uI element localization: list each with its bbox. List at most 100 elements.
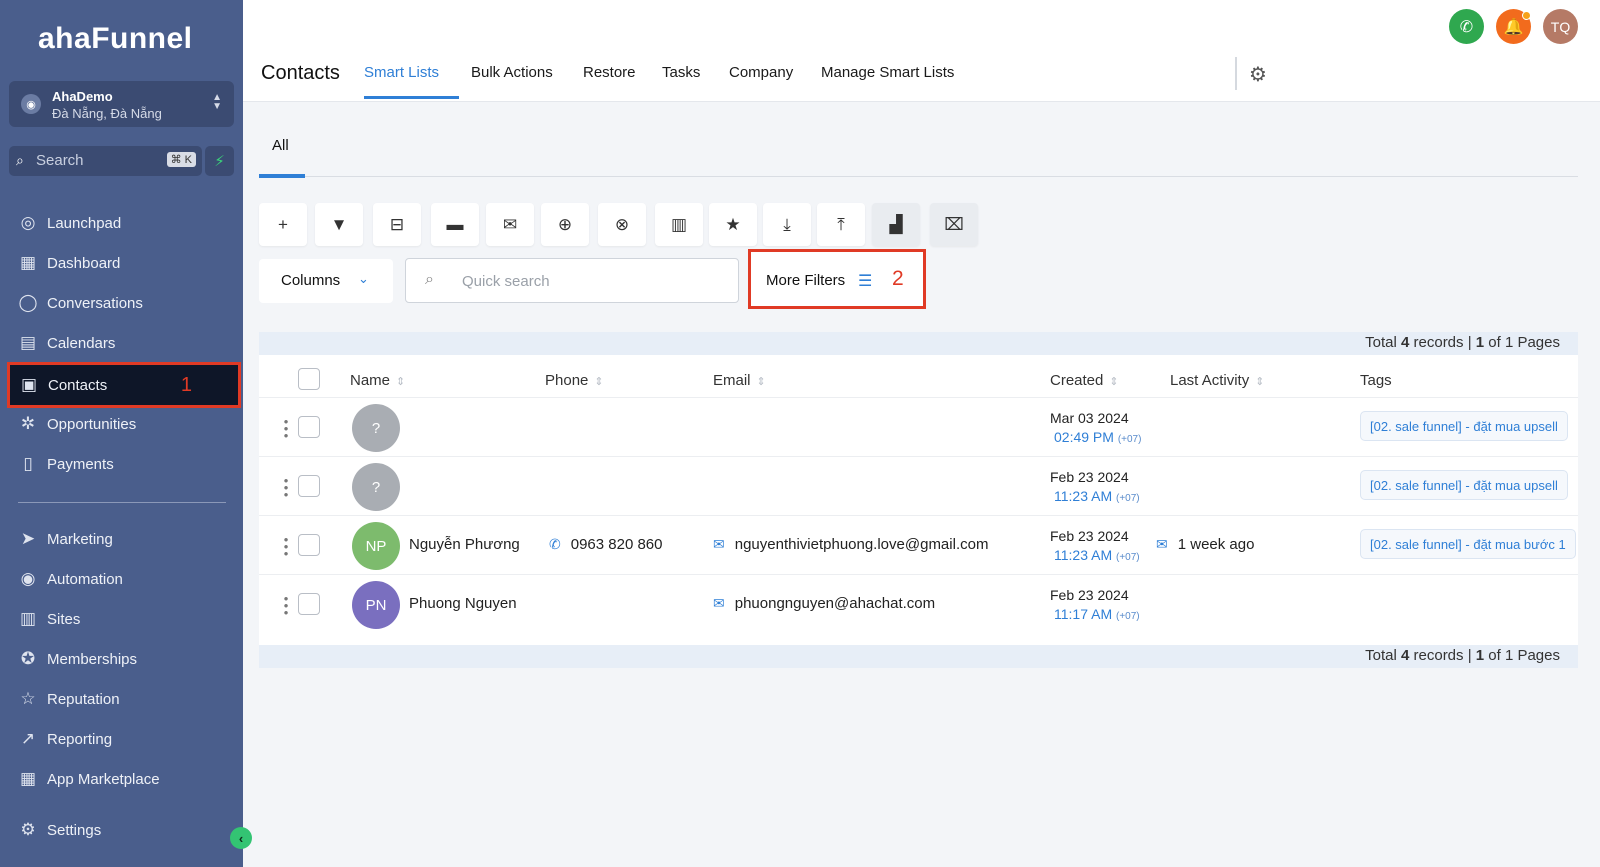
sidebar-item-reporting[interactable]: ↗ Reporting bbox=[9, 721, 234, 757]
filter-icon[interactable]: ▼ bbox=[315, 203, 363, 246]
gear-icon: ⚙ bbox=[20, 820, 36, 839]
sidebar-item-contacts[interactable]: ▣ Contacts 1 bbox=[7, 362, 241, 408]
created-time: 11:17 AM (+07) bbox=[1054, 606, 1140, 622]
page-title: Contacts bbox=[261, 62, 340, 84]
sidebar-item-app-marketplace[interactable]: ▦ App Marketplace bbox=[9, 761, 234, 797]
shortcut-badge: ⌘ K bbox=[166, 152, 196, 167]
sidebar-item-label: Automation bbox=[47, 570, 123, 588]
tab-tasks[interactable]: Tasks bbox=[662, 64, 700, 81]
row-checkbox[interactable] bbox=[298, 475, 320, 497]
quick-search-input[interactable]: ⌕ Quick search bbox=[405, 258, 739, 303]
avatar: ? bbox=[352, 404, 400, 452]
sidebar-item-dashboard[interactable]: ▦ Dashboard bbox=[9, 245, 234, 281]
tab-manage-smart-lists[interactable]: Manage Smart Lists bbox=[821, 64, 954, 81]
sidebar-item-launchpad[interactable]: ◎ Launchpad bbox=[9, 205, 234, 241]
header-name[interactable]: Name ⇕ bbox=[350, 372, 405, 389]
sidebar-item-opportunities[interactable]: ✲ Opportunities bbox=[9, 406, 234, 442]
delete-icon[interactable]: ▥ bbox=[655, 203, 703, 246]
table-row[interactable]: • • •? Mar 03 2024 02:49 PM (+07) [02. sale f… bbox=[259, 397, 1578, 457]
network-icon: ✲ bbox=[20, 414, 36, 433]
tab-company[interactable]: Company bbox=[729, 64, 793, 81]
row-menu-icon[interactable]: • • • bbox=[283, 415, 289, 442]
sidebar-item-label: Contacts bbox=[48, 376, 108, 394]
sidebar-item-reputation[interactable]: ☆ Reputation bbox=[9, 681, 234, 717]
contact-phone[interactable]: ✆ 0963 820 860 bbox=[549, 536, 663, 553]
add-tag-icon[interactable]: ⊕ bbox=[541, 203, 589, 246]
pagination-text: Total 4 records | 1 of 1 Pages bbox=[1365, 647, 1560, 664]
add-contact-icon[interactable]: + bbox=[259, 203, 307, 246]
merge-icon[interactable]: ⌧ bbox=[930, 203, 978, 246]
created-date: Feb 23 2024 bbox=[1050, 528, 1129, 544]
collapse-sidebar-chevron-icon[interactable]: ‹ bbox=[230, 827, 252, 849]
contact-name[interactable]: Phuong Nguyen bbox=[409, 595, 517, 612]
settings-gear-icon[interactable]: ⚙ bbox=[1249, 62, 1267, 87]
tag-badge[interactable]: [02. sale funnel] - đặt mua upsell bbox=[1360, 470, 1568, 500]
row-menu-icon[interactable]: • • • bbox=[283, 474, 289, 501]
robot-icon[interactable]: ⊟ bbox=[373, 203, 421, 246]
sidebar-search[interactable]: ⌕ Search ⌘ K bbox=[9, 146, 202, 176]
table-row[interactable]: • • •? Feb 23 2024 11:23 AM (+07) [02. sale f… bbox=[259, 456, 1578, 516]
header-created[interactable]: Created ⇕ bbox=[1050, 372, 1119, 389]
contact-email[interactable]: ✉ nguyenthivietphuong.love@gmail.com bbox=[713, 536, 988, 553]
sidebar-item-conversations[interactable]: ◯ Conversations bbox=[9, 285, 234, 321]
sidebar-item-payments[interactable]: ▯ Payments bbox=[9, 446, 234, 482]
subtab-all[interactable]: All bbox=[272, 137, 289, 154]
sliders-icon: ☰ bbox=[858, 273, 873, 290]
sidebar-search-placeholder: Search bbox=[36, 152, 84, 169]
tab-restore[interactable]: Restore bbox=[583, 64, 636, 81]
account-switcher[interactable]: ◉ AhaDemo Đà Nẵng, Đà Nẵng ▲ ▼ bbox=[9, 81, 234, 127]
tab-smart-lists[interactable]: Smart Lists bbox=[364, 64, 439, 81]
company-icon[interactable]: ▟ bbox=[872, 203, 920, 246]
sidebar-item-automation[interactable]: ◉ Automation bbox=[9, 561, 234, 597]
import-icon[interactable]: ⤓ bbox=[763, 203, 811, 246]
created-date: Feb 23 2024 bbox=[1050, 587, 1129, 603]
contact-email[interactable]: ✉ phuongnguyen@ahachat.com bbox=[713, 595, 935, 612]
brand-logo[interactable]: ahaFunnel bbox=[38, 22, 193, 56]
sidebar-item-label: App Marketplace bbox=[47, 770, 160, 788]
table-row[interactable]: • • • NP Nguyễn Phương ✆ 0963 820 860 ✉ nguyenth… bbox=[259, 515, 1578, 575]
search-icon: ⌕ bbox=[16, 152, 24, 168]
quick-action-bolt-icon[interactable]: ⚡ bbox=[205, 146, 234, 176]
table-row[interactable]: • • • PN Phuong Nguyen ✉ phuongnguyen@ahachat.… bbox=[259, 574, 1578, 634]
receipt-icon: ▯ bbox=[23, 454, 33, 473]
more-filters-label: More Filters bbox=[766, 272, 846, 289]
remove-tag-icon[interactable]: ⊗ bbox=[598, 203, 646, 246]
sidebar-item-settings[interactable]: ⚙ Settings bbox=[9, 812, 234, 848]
row-menu-icon[interactable]: • • • bbox=[283, 592, 289, 619]
user-avatar[interactable]: TQ bbox=[1543, 9, 1578, 44]
annotation-number: 1 bbox=[180, 373, 192, 396]
sidebar-item-calendars[interactable]: ▤ Calendars bbox=[9, 325, 234, 361]
tab-bulk-actions[interactable]: Bulk Actions bbox=[471, 64, 553, 81]
row-menu-icon[interactable]: • • • bbox=[283, 533, 289, 560]
sidebar-item-label: Reputation bbox=[47, 690, 120, 708]
row-checkbox[interactable] bbox=[298, 534, 320, 556]
notification-dot bbox=[1522, 11, 1531, 20]
badge-icon: ✪ bbox=[20, 649, 36, 668]
more-filters-button[interactable]: More Filters ☰ 2 bbox=[748, 249, 926, 309]
contacts-table: Name ⇕ Phone ⇕ Email ⇕ Created ⇕ Last Activi… bbox=[259, 355, 1578, 645]
created-time: 11:23 AM (+07) bbox=[1054, 547, 1140, 563]
phone-icon[interactable]: ✆ bbox=[1449, 9, 1484, 44]
header-email[interactable]: Email ⇕ bbox=[713, 372, 766, 389]
email-icon[interactable]: ✉ bbox=[486, 203, 534, 246]
star-icon[interactable]: ★ bbox=[709, 203, 757, 246]
tag-badge[interactable]: [02. sale funnel] - đặt mua bước 1 bbox=[1360, 529, 1576, 559]
sidebar-item-marketing[interactable]: ➤ Marketing bbox=[9, 521, 234, 557]
sidebar-item-memberships[interactable]: ✪ Memberships bbox=[9, 641, 234, 677]
export-icon[interactable]: ⤒ bbox=[817, 203, 865, 246]
select-all-checkbox[interactable] bbox=[298, 368, 320, 390]
tag-badge[interactable]: [02. sale funnel] - đặt mua upsell bbox=[1360, 411, 1568, 441]
top-header: Contacts Smart Lists Bulk Actions Restor… bbox=[243, 0, 1600, 102]
created-time: 11:23 AM (+07) bbox=[1054, 488, 1140, 504]
created-date: Mar 03 2024 bbox=[1050, 410, 1129, 426]
star-icon: ☆ bbox=[20, 689, 36, 708]
row-checkbox[interactable] bbox=[298, 593, 320, 615]
header-phone[interactable]: Phone ⇕ bbox=[545, 372, 604, 389]
sidebar-item-sites[interactable]: ▥ Sites bbox=[9, 601, 234, 637]
header-last-activity[interactable]: Last Activity ⇕ bbox=[1170, 372, 1264, 389]
row-checkbox[interactable] bbox=[298, 416, 320, 438]
sms-icon[interactable]: ▬ bbox=[431, 203, 479, 246]
contact-name[interactable]: Nguyễn Phương bbox=[409, 536, 520, 553]
columns-dropdown[interactable]: Columns ⌄ bbox=[259, 259, 393, 303]
sidebar-item-label: Conversations bbox=[47, 294, 143, 312]
